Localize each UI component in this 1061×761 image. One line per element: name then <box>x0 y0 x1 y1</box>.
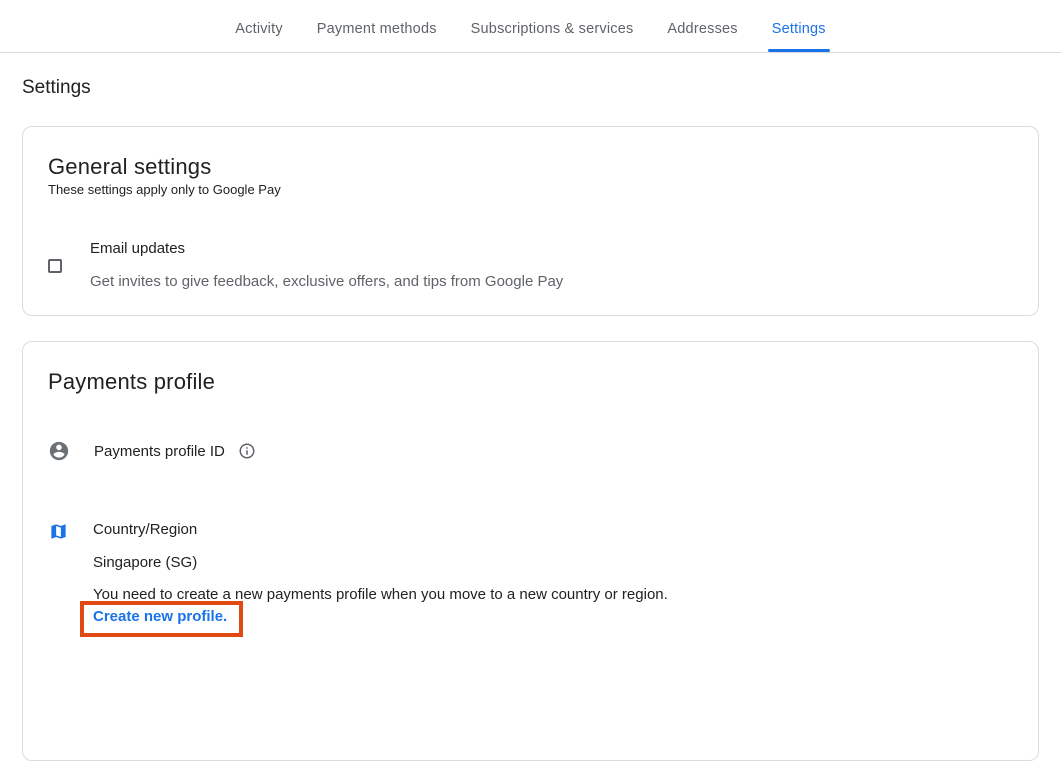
page-title: Settings <box>22 78 1039 98</box>
create-new-profile-link[interactable]: Create new profile. <box>93 608 227 625</box>
settings-page: Settings General settings These settings… <box>0 78 1061 761</box>
general-settings-title: General settings <box>48 153 1013 181</box>
email-updates-label: Email updates <box>90 241 563 257</box>
map-flag-icon <box>49 521 68 542</box>
country-region-value: Singapore (SG) <box>93 555 668 571</box>
tab-payment-methods[interactable]: Payment methods <box>316 21 438 52</box>
payments-profile-title: Payments profile <box>48 368 1013 396</box>
email-updates-row: Email updates Get invites to give feedba… <box>48 241 1013 290</box>
general-settings-card: General settings These settings apply on… <box>22 126 1039 316</box>
payments-profile-id-label: Payments profile ID <box>94 443 225 460</box>
email-updates-checkbox[interactable] <box>48 259 62 273</box>
general-settings-subtitle: These settings apply only to Google Pay <box>48 181 1013 199</box>
tab-subscriptions-services[interactable]: Subscriptions & services <box>470 21 635 52</box>
tab-activity[interactable]: Activity <box>234 21 284 52</box>
country-region-label: Country/Region <box>93 522 668 538</box>
country-region-text: Country/Region Singapore (SG) You need t… <box>93 519 668 637</box>
email-updates-text: Email updates Get invites to give feedba… <box>90 241 563 290</box>
account-circle-icon <box>48 440 70 462</box>
email-updates-description: Get invites to give feedback, exclusive … <box>90 273 563 290</box>
tab-addresses[interactable]: Addresses <box>666 21 738 52</box>
tab-settings[interactable]: Settings <box>771 21 827 52</box>
info-icon[interactable] <box>238 442 256 460</box>
payments-profile-id-row: Payments profile ID <box>48 440 1013 462</box>
payments-profile-card: Payments profile Payments profile ID Cou… <box>22 341 1039 761</box>
country-region-row: Country/Region Singapore (SG) You need t… <box>48 519 1013 637</box>
tab-bar: Activity Payment methods Subscriptions &… <box>0 0 1061 53</box>
annotation-highlight-box: Create new profile. <box>80 601 243 637</box>
